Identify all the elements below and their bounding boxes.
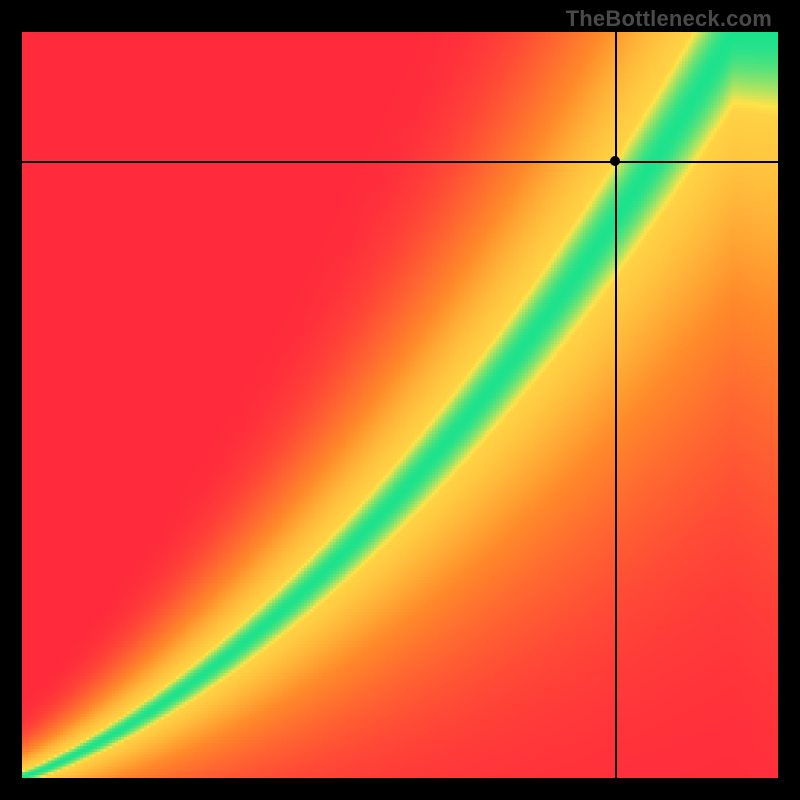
heatmap-plot	[22, 32, 778, 778]
crosshair-horizontal	[22, 161, 778, 163]
watermark-text: TheBottleneck.com	[566, 6, 772, 32]
crosshair-marker-dot	[610, 156, 620, 166]
heatmap-canvas	[22, 32, 778, 778]
chart-frame: TheBottleneck.com	[0, 0, 800, 800]
crosshair-vertical	[615, 32, 617, 778]
